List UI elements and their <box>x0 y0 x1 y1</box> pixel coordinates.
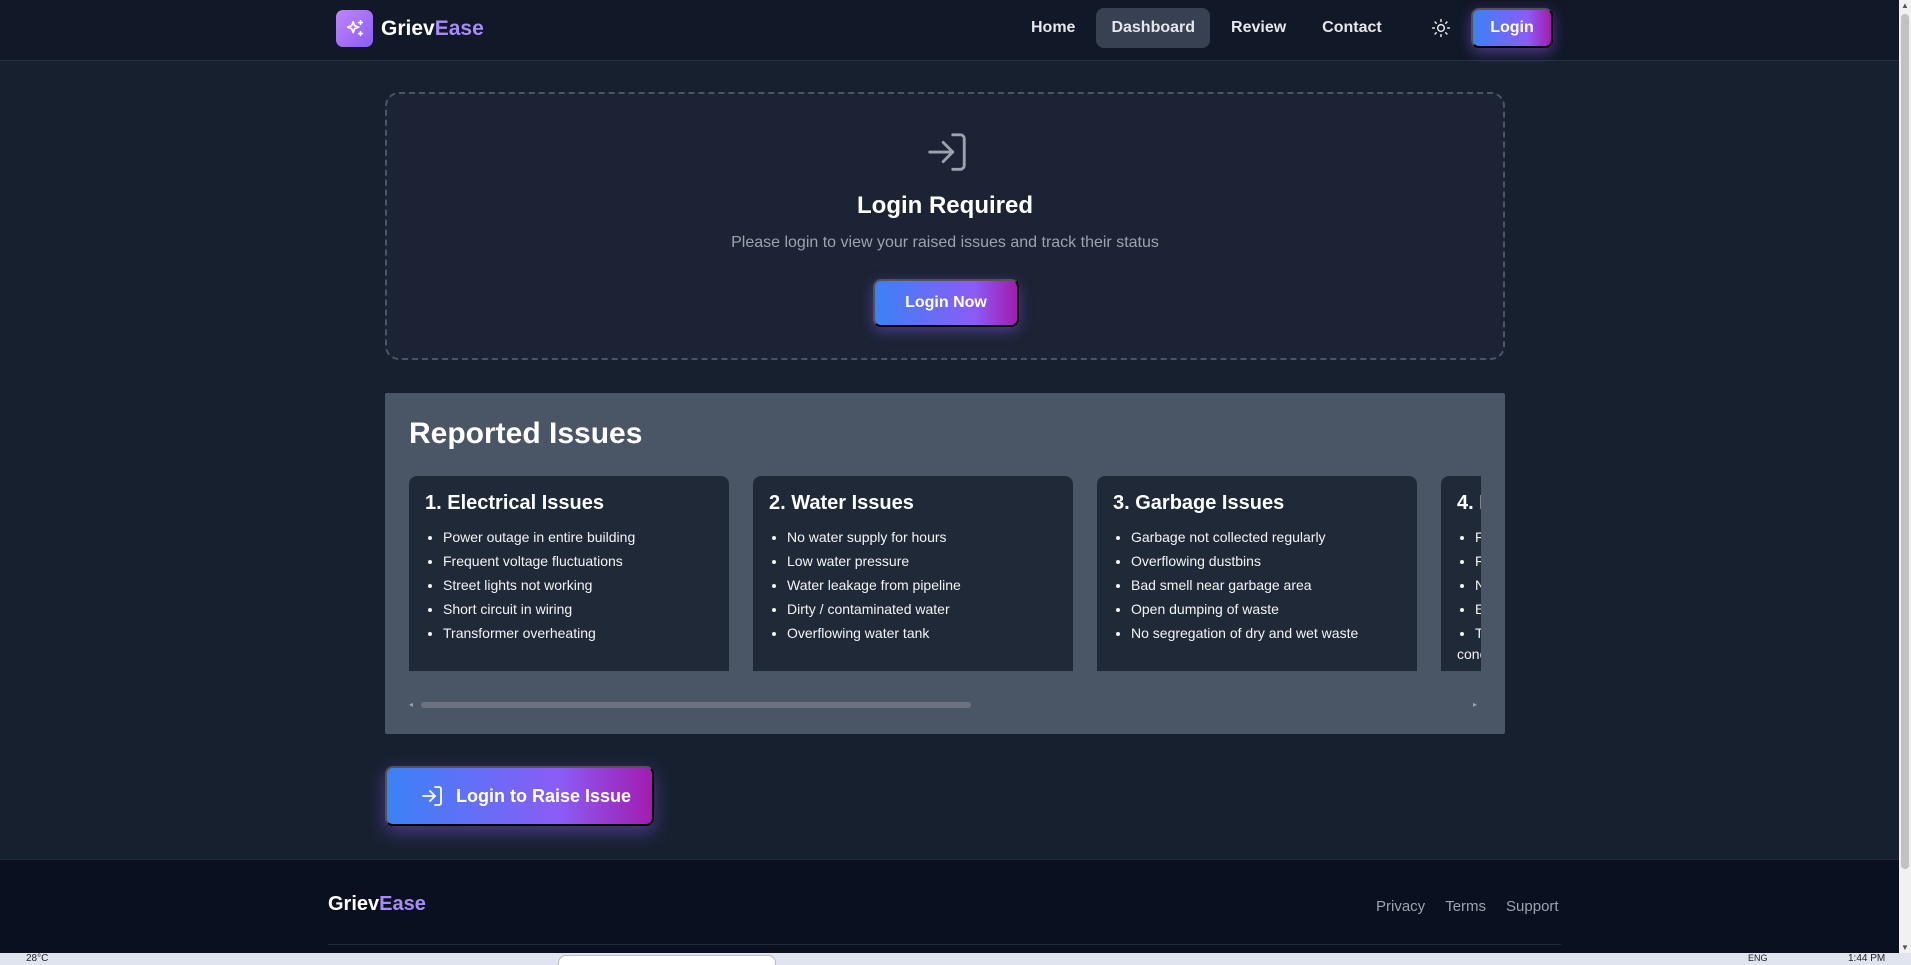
login-required-title: Login Required <box>857 192 1033 219</box>
login-required-message: Please login to view your raised issues … <box>731 234 1159 251</box>
issue-card-garbage: 3. Garbage Issues Garbage not collected … <box>1097 476 1417 671</box>
sparkles-icon <box>336 10 373 47</box>
weather-widget[interactable]: 28°C <box>26 953 48 964</box>
footer-brand-main: Griev <box>328 893 380 915</box>
nav-link-dashboard[interactable]: Dashboard <box>1096 8 1211 48</box>
list-item: Short circuit in wiring <box>443 597 713 621</box>
brand-name-main: Griev <box>381 16 435 40</box>
list-item: Low water pressure <box>787 549 1057 573</box>
issue-card-title: 3. Garbage Issues <box>1113 492 1285 514</box>
scroll-right-icon[interactable]: ▸ <box>1473 701 1481 709</box>
list-item: Open dumping of waste <box>1131 597 1401 621</box>
issue-card-title: 2. Water Issues <box>769 492 914 514</box>
nav-link-review[interactable]: Review <box>1216 8 1301 48</box>
list-item: Bad smell near garbage area <box>1131 573 1401 597</box>
list-item: F <box>1475 549 1481 573</box>
issue-card-overflow-text: conc <box>1457 646 1481 662</box>
footer-brand: GrievEase <box>328 893 426 916</box>
issue-card-electrical: 1. Electrical Issues Power outage in ent… <box>409 476 729 671</box>
os-taskbar: 28°C ENG 1:44 PM <box>0 953 1911 965</box>
list-item: Overflowing dustbins <box>1131 549 1401 573</box>
scrollbar-thumb[interactable] <box>421 702 971 708</box>
clock[interactable]: 1:44 PM <box>1848 953 1885 964</box>
raise-issue-label: Login to Raise Issue <box>456 785 632 806</box>
list-item: Garbage not collected regularly <box>1131 525 1401 549</box>
nav-links: Home Dashboard Review Contact <box>1016 8 1397 48</box>
list-item: Power outage in entire building <box>443 525 713 549</box>
login-arrow-icon <box>924 129 970 180</box>
footer-link-support[interactable]: Support <box>1506 898 1559 915</box>
footer-link-privacy[interactable]: Privacy <box>1376 898 1425 915</box>
footer-brand-accent: Ease <box>379 893 426 915</box>
issue-card-water: 2. Water Issues No water supply for hour… <box>753 476 1073 671</box>
list-item: No water supply for hours <box>787 525 1057 549</box>
theme-toggle-sun-icon[interactable] <box>1427 14 1455 42</box>
top-navbar: GrievEase Home Dashboard Review Contact … <box>0 0 1899 61</box>
list-item: T <box>1475 621 1481 645</box>
taskbar-search-box[interactable] <box>558 955 776 965</box>
reported-issues-title: Reported Issues <box>409 417 643 450</box>
page-scrollbar[interactable]: ▲ ▼ <box>1899 0 1911 959</box>
login-now-button[interactable]: Login Now <box>873 279 1019 327</box>
list-item: Overflowing water tank <box>787 621 1057 645</box>
page-scrollbar-thumb[interactable] <box>1901 14 1909 869</box>
list-item: Water leakage from pipeline <box>787 573 1057 597</box>
issue-card-partial: 4. I F F N E T conc <box>1441 476 1481 671</box>
list-item: E <box>1475 597 1481 621</box>
footer-divider <box>328 944 1561 945</box>
footer-link-terms[interactable]: Terms <box>1445 898 1486 915</box>
navbar-login-button[interactable]: Login <box>1471 8 1553 48</box>
issue-card-title: 1. Electrical Issues <box>425 492 605 514</box>
list-item: N <box>1475 573 1481 597</box>
reported-issues-panel: Reported Issues 1. Electrical Issues Pow… <box>385 393 1505 734</box>
nav-link-contact[interactable]: Contact <box>1307 8 1397 48</box>
list-item: F <box>1475 525 1481 549</box>
login-to-raise-issue-button[interactable]: Login to Raise Issue <box>385 766 654 826</box>
issue-card-title: 4. I <box>1457 492 1481 514</box>
login-required-card: Login Required Please login to view your… <box>385 92 1505 360</box>
issue-cards-scroller[interactable]: 1. Electrical Issues Power outage in ent… <box>409 476 1481 671</box>
brand-name-accent: Ease <box>434 16 484 40</box>
footer: GrievEase Privacy Terms Support <box>0 859 1899 959</box>
brand-logo-link[interactable]: GrievEase <box>336 10 484 47</box>
scroll-up-icon[interactable]: ▲ <box>1899 0 1911 12</box>
footer-links: Privacy Terms Support <box>1376 898 1559 915</box>
list-item: Transformer overheating <box>443 621 713 645</box>
language-indicator[interactable]: ENG <box>1748 953 1768 963</box>
list-item: Dirty / contaminated water <box>787 597 1057 621</box>
login-arrow-icon <box>420 784 444 808</box>
brand-name: GrievEase <box>381 17 484 41</box>
horizontal-scrollbar[interactable]: ◂ ▸ <box>409 701 1481 709</box>
list-item: Frequent voltage fluctuations <box>443 549 713 573</box>
list-item: No segregation of dry and wet waste <box>1131 621 1401 645</box>
scroll-left-icon[interactable]: ◂ <box>409 701 417 709</box>
list-item: Street lights not working <box>443 573 713 597</box>
nav-link-home[interactable]: Home <box>1016 8 1090 48</box>
